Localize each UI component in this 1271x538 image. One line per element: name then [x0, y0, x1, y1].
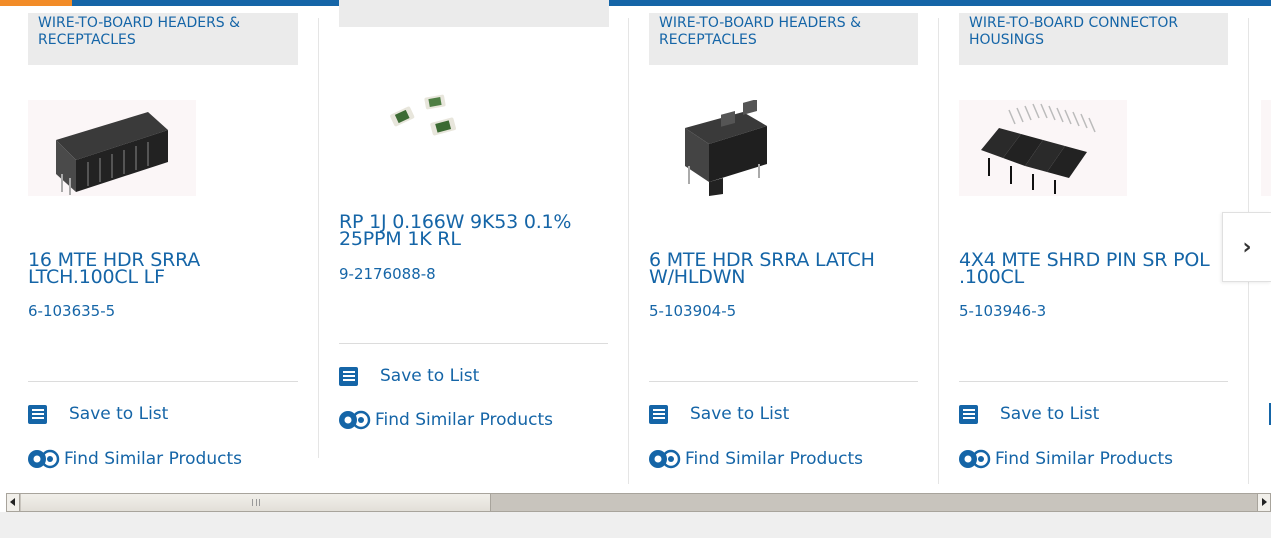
- scroll-left-arrow-icon[interactable]: [7, 494, 20, 511]
- part-number[interactable]: 5-103904-5: [649, 302, 736, 320]
- gears-icon: [339, 410, 371, 430]
- product-carousel: WIRE-TO-BOARD HEADERS & RECEPTACLES 16 M…: [0, 0, 1271, 490]
- find-similar-button[interactable]: Find Similar Products: [337, 409, 553, 431]
- find-similar-label: Find Similar Products: [375, 410, 553, 430]
- product-image[interactable]: [649, 99, 817, 196]
- part-number[interactable]: 6-103635-5: [28, 302, 115, 320]
- divider: [28, 381, 298, 382]
- footer-band: [0, 512, 1271, 538]
- product-image[interactable]: [339, 70, 507, 166]
- find-similar-label: Find Similar Products: [685, 449, 863, 469]
- find-similar-button[interactable]: Find Similar Products: [957, 448, 1173, 470]
- divider: [959, 381, 1228, 382]
- grip-icon: [251, 499, 260, 506]
- product-card: RP 1J 0.166W 9K53 0.1% 25PPM 1K RL 9-217…: [319, 0, 628, 490]
- divider: [649, 381, 918, 382]
- connector-housing-strip-icon: [981, 103, 1096, 194]
- product-image[interactable]: [959, 100, 1127, 196]
- save-to-list-label: Save to List: [69, 404, 169, 424]
- part-number[interactable]: 5-103946-3: [959, 302, 1046, 320]
- save-to-list-button[interactable]: Save to List: [339, 366, 479, 386]
- product-title[interactable]: 4X4 MTE SHRD PIN SR POL .100CL: [959, 251, 1229, 287]
- product-title[interactable]: RP 1J 0.166W 9K53 0.1% 25PPM 1K RL: [339, 213, 609, 249]
- save-to-list-button[interactable]: Save to List: [959, 404, 1099, 424]
- checklist-icon: [649, 404, 668, 424]
- gears-icon: [649, 449, 681, 469]
- chevron-right-icon: ›: [1242, 234, 1252, 260]
- latch-header-connector-icon: [685, 99, 767, 196]
- save-to-list-button[interactable]: Save to List: [649, 404, 789, 424]
- product-image[interactable]: [28, 100, 196, 196]
- chip-resistors-icon: [390, 94, 456, 136]
- part-number[interactable]: 9-2176088-8: [339, 265, 436, 283]
- save-to-list-label: Save to List: [1000, 404, 1100, 424]
- divider: [339, 343, 608, 344]
- find-similar-label: Find Similar Products: [64, 449, 242, 469]
- product-card: WIRE-TO-BOARD HEADERS & RECEPTACLES 16 M…: [0, 0, 318, 490]
- gears-icon: [959, 449, 991, 469]
- scroll-right-arrow-icon[interactable]: [1257, 494, 1270, 511]
- product-category[interactable]: WIRE-TO-BOARD HEADERS & RECEPTACLES: [28, 13, 298, 65]
- product-card: WIRE-TO-BOARD HEADERS & RECEPTACLES 6 MT…: [629, 0, 938, 490]
- gears-icon: [28, 449, 60, 469]
- product-title[interactable]: 6 MTE HDR SRRA LATCH W/HLDWN: [649, 251, 914, 287]
- product-card: WIRE-TO-BOARD CONNECTOR HOUSINGS 4X4 MTE…: [939, 0, 1248, 490]
- scrollbar-thumb[interactable]: [21, 494, 491, 511]
- product-title[interactable]: 16 MTE HDR SRRA LTCH.100CL LF: [28, 251, 288, 287]
- product-category[interactable]: WIRE-TO-BOARD HEADERS & RECEPTACLES: [649, 13, 918, 65]
- find-similar-button[interactable]: Find Similar Products: [647, 448, 863, 470]
- right-angle-header-connector-icon: [56, 112, 168, 195]
- checklist-icon: [959, 404, 978, 424]
- checklist-icon: [28, 404, 47, 424]
- save-to-list-label: Save to List: [690, 404, 790, 424]
- save-to-list-button[interactable]: Save to List: [28, 404, 168, 424]
- horizontal-scrollbar[interactable]: [6, 493, 1271, 512]
- product-category[interactable]: [339, 0, 609, 27]
- save-to-list-label: Save to List: [380, 366, 480, 386]
- checklist-icon: [339, 366, 358, 386]
- carousel-next-button[interactable]: ›: [1222, 212, 1271, 282]
- find-similar-label: Find Similar Products: [995, 449, 1173, 469]
- product-image-partial[interactable]: [1261, 100, 1271, 196]
- product-category[interactable]: WIRE-TO-BOARD CONNECTOR HOUSINGS: [959, 13, 1228, 65]
- find-similar-button[interactable]: Find Similar Products: [26, 448, 242, 470]
